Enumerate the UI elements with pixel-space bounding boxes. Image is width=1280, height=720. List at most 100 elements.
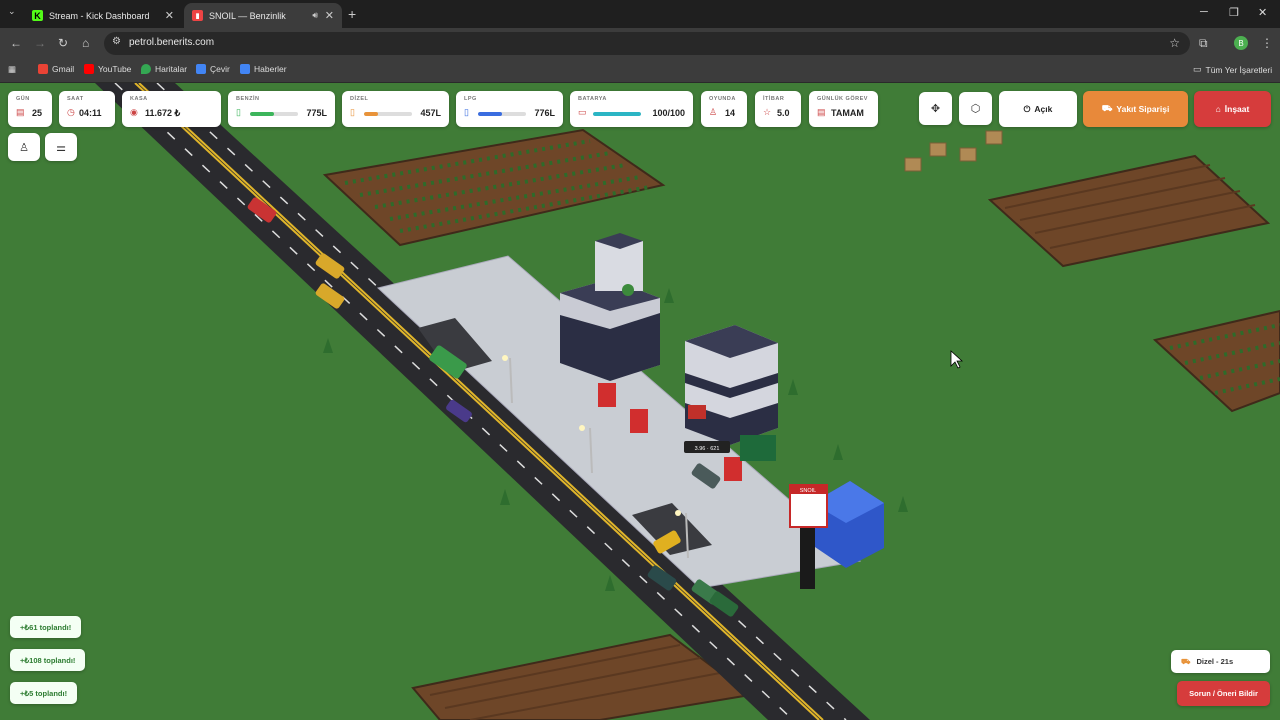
gmail-icon [38, 64, 48, 74]
bookmark-gmail[interactable]: Gmail [38, 64, 74, 74]
reputation-value: 5.0 [777, 108, 790, 118]
window-close-icon[interactable]: ✕ [1258, 6, 1267, 19]
construction-button[interactable]: ⌂ İnşaat [1194, 91, 1271, 127]
lpg-level-bar [478, 112, 526, 116]
bookmarks-bar: ▦ Gmail YouTube Haritalar Çevir Haberler… [0, 59, 1280, 83]
clipboard-icon: ▤ [817, 107, 826, 117]
day-label: GÜN [16, 96, 30, 102]
toast-text: +₺5 toplandı! [20, 688, 68, 698]
diesel-timer-text: Dizel - 21s [1196, 657, 1234, 666]
bookmark-label: Haberler [254, 64, 287, 74]
home-icon[interactable]: ⌂ [82, 36, 89, 50]
fuel-order-button[interactable]: ⛟ Yakıt Siparişi [1083, 91, 1188, 127]
collected-toast: +₺108 toplandı! [10, 649, 86, 671]
bookmark-star-icon[interactable]: ☆ [1169, 36, 1180, 50]
open-status-button[interactable]: ⏻ Açık [999, 91, 1077, 127]
isometric-scene[interactable]: SNOIL 3.96 · 621 [0, 83, 1280, 720]
sliders-icon: ⚌ [56, 141, 66, 154]
maximize-icon[interactable]: ❐ [1229, 6, 1239, 19]
hud-daily-task-card: GÜNLÜK GÖREV ▤ TAMAM [809, 91, 878, 127]
diesel-label: DİZEL [350, 96, 369, 102]
fuel-icon: ▯ [350, 107, 355, 117]
playing-value: 14 [725, 108, 736, 118]
minimize-icon[interactable]: ─ [1200, 6, 1208, 18]
all-bookmarks[interactable]: ▭ Tüm Yer İşaretleri [1193, 64, 1272, 75]
coin-icon: ◉ [130, 107, 138, 117]
fuel-icon: ▯ [236, 107, 241, 117]
hud-playing-card: OYUNDA ♙ 14 [701, 91, 747, 127]
close-tab-icon[interactable]: ✕ [325, 9, 334, 22]
apps-grid-icon[interactable]: ▦ [8, 64, 16, 75]
bookmark-haritalar[interactable]: Haritalar [141, 64, 187, 74]
bookmark-haberler[interactable]: Haberler [240, 64, 287, 74]
menu-icon[interactable]: ⋮ [1261, 36, 1273, 50]
second-building [685, 325, 778, 445]
star-icon: ☆ [763, 107, 772, 117]
hud-cash-card: KASA ◉ 11.672 ₺ [122, 91, 221, 127]
tab-search-icon[interactable]: ⌄ [8, 6, 16, 17]
profile-button[interactable]: ♙ [8, 133, 40, 161]
profile-avatar[interactable]: B [1234, 36, 1248, 50]
lpg-value: 776L [534, 108, 555, 118]
time-label: SAAT [67, 96, 84, 102]
move-icon: ✥ [930, 103, 941, 115]
hud-battery-card: BATARYA ▭ 100/100 [570, 91, 693, 127]
settings-button[interactable]: ⚌ [45, 133, 77, 161]
daily-task-value: TAMAM [831, 108, 864, 118]
home-build-icon: ⌂ [1215, 104, 1221, 114]
url-bar[interactable]: ⚙ petrol.benerits.com ☆ [104, 32, 1190, 55]
toast-text: +₺108 toplandı! [20, 655, 76, 665]
bookmark-label: YouTube [98, 64, 132, 74]
new-tab-button[interactable]: + [348, 6, 356, 22]
battery-value: 100/100 [652, 108, 685, 118]
user-icon: ♙ [19, 141, 29, 154]
battery-icon: ▭ [578, 107, 587, 117]
time-value: 04:11 [79, 108, 102, 118]
bookmark-youtube[interactable]: YouTube [84, 64, 131, 74]
forward-icon[interactable]: → [34, 36, 46, 50]
game-viewport[interactable]: SNOIL 3.96 · 621 GÜN ▤ 25 SAAT ◷ 04:11 K… [0, 83, 1280, 720]
power-icon: ⏻ [1023, 103, 1031, 114]
tab-title: SNOIL — Benzinlik [209, 10, 286, 21]
reputation-label: İTİBAR [763, 96, 785, 102]
petrol-level-bar [250, 112, 298, 116]
collected-toast: +₺5 toplandı! [10, 682, 78, 704]
diesel-value: 457L [420, 108, 441, 118]
collected-toast: +₺61 toplandı! [10, 616, 82, 638]
truck-icon: ⛟ [1181, 656, 1191, 666]
snoil-icon: ▮ [192, 10, 203, 21]
petrol-label: BENZİN [236, 96, 260, 102]
cash-value: 11.672 ₺ [145, 108, 181, 118]
hud-diesel-card: DİZEL ▯ 457L [342, 91, 449, 127]
audio-icon[interactable]: 🔊︎ [312, 10, 318, 21]
report-issue-label: Sorun / Öneri Bildir [1189, 689, 1258, 698]
diesel-level-bar [364, 112, 412, 116]
lpg-label: LPG [464, 96, 477, 102]
reload-icon[interactable]: ↻ [58, 36, 68, 50]
tab-snoil[interactable]: ▮ SNOIL — Benzinlik 🔊︎ ✕ [184, 3, 342, 28]
fuel-order-label: Yakıt Siparişi [1116, 104, 1170, 114]
hud-lpg-card: LPG ▯ 776L [456, 91, 563, 127]
url-text: petrol.benerits.com [129, 37, 215, 48]
extensions-icon[interactable]: ⧉ [1199, 36, 1208, 51]
site-info-icon[interactable]: ⚙ [112, 36, 121, 47]
translate-icon [196, 64, 206, 74]
report-issue-button[interactable]: Sorun / Öneri Bildir [1177, 681, 1270, 706]
diesel-delivery-timer: ⛟ Dizel - 21s [1171, 650, 1270, 673]
petrol-value: 775L [306, 108, 327, 118]
news-icon [240, 64, 250, 74]
bookmark-label: Gmail [52, 64, 75, 74]
hud-petrol-card: BENZİN ▯ 775L [228, 91, 335, 127]
price-sign-text: SNOIL [800, 488, 817, 494]
view-3d-button[interactable]: ⬡ [959, 92, 992, 125]
close-tab-icon[interactable]: ✕ [165, 9, 174, 22]
day-value: 25 [32, 108, 43, 118]
cash-label: KASA [130, 96, 148, 102]
tab-kick-dashboard[interactable]: K Stream - Kick Dashboard ✕ [24, 3, 182, 28]
bookmark-label: Çevir [210, 64, 230, 74]
bookmark-cevir[interactable]: Çevir [196, 64, 230, 74]
battery-level-bar [593, 112, 641, 116]
youtube-icon [84, 64, 94, 74]
move-camera-button[interactable]: ✥ [919, 92, 952, 125]
back-icon[interactable]: ← [10, 36, 22, 50]
